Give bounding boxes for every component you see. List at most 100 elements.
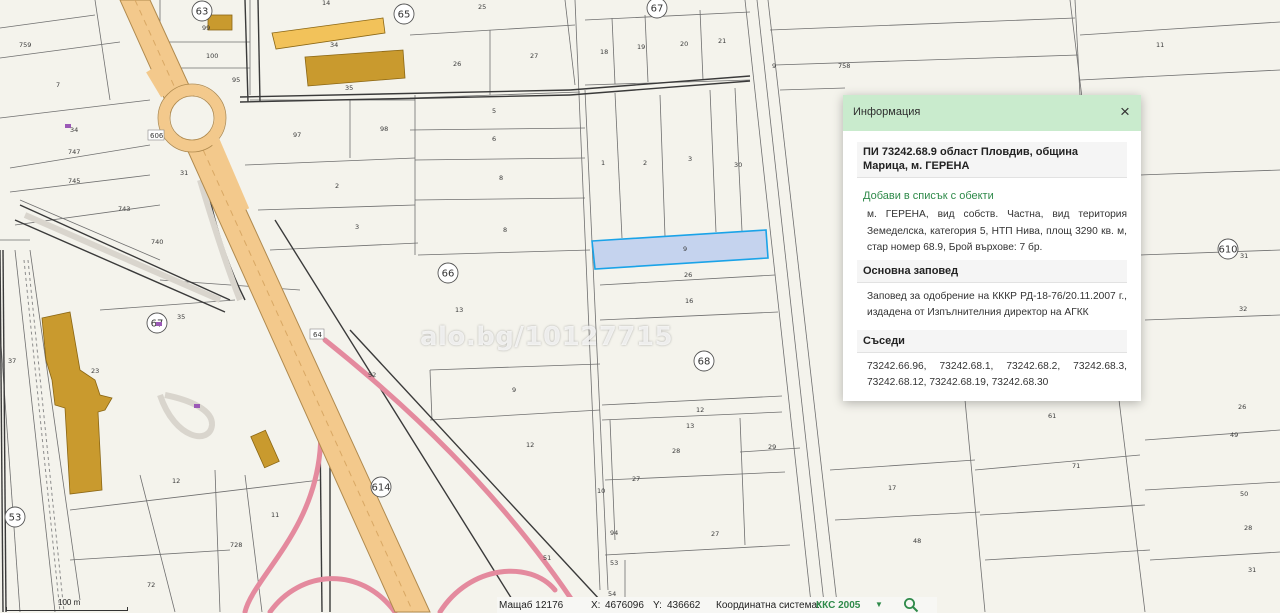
plot-number: 16	[685, 297, 693, 305]
plot-number: 34	[70, 126, 78, 134]
scale-value: 2176	[541, 600, 564, 611]
plot-number: 99	[202, 24, 210, 32]
plot-number: 5	[492, 107, 496, 115]
order-heading: Основна заповед	[857, 259, 1127, 283]
plot-number: 71	[1072, 462, 1080, 470]
section-circle-label: 68	[698, 357, 711, 368]
x-label: X:	[591, 600, 601, 611]
y-label: Y:	[653, 600, 662, 611]
plot-number: 31	[1248, 566, 1256, 574]
plot-number: 49	[1230, 431, 1238, 439]
plot-number: 8	[503, 226, 507, 234]
close-icon[interactable]: ×	[1115, 101, 1135, 123]
plot-number: 26	[1238, 403, 1246, 411]
plot-number: 50	[1240, 490, 1248, 498]
plot-number: 31	[180, 169, 188, 177]
plot-number: 34	[330, 41, 338, 49]
plot-number: 12	[526, 441, 534, 449]
neighbors-text: 73242.66.96, 73242.68.1, 73242.68.2, 732…	[867, 360, 1127, 389]
chevron-down-icon[interactable]: ▼	[875, 600, 883, 609]
plot-number: 97	[293, 131, 301, 139]
plot-number: 12	[172, 477, 180, 485]
plot-number: 98	[380, 125, 388, 133]
plot-number: 23	[91, 367, 99, 375]
search-icon[interactable]	[903, 597, 919, 613]
plot-number: 8	[499, 174, 503, 182]
plot-number: 61	[1048, 412, 1056, 420]
info-panel: Информация × ПИ 73242.68.9 област Пловди…	[843, 95, 1141, 401]
y-value: 436662	[667, 600, 701, 611]
selected-plot-label: 9	[683, 245, 687, 253]
info-title: Информация	[853, 106, 921, 118]
plot-number: 31	[1240, 252, 1248, 260]
section-circle-label: 610	[1218, 245, 1237, 256]
plot-title: ПИ 73242.68.9 област Пловдив, община Мар…	[857, 142, 1127, 178]
section-circle-label: 614	[371, 483, 390, 494]
plot-number: 759	[19, 41, 31, 49]
plot-number: 9	[512, 386, 516, 394]
plot-number: 29	[768, 443, 776, 451]
plot-number: 11	[1156, 41, 1164, 49]
plot-number: 51	[543, 554, 551, 562]
plot-number: 30	[734, 161, 742, 169]
plot-number: 3	[688, 155, 692, 163]
plot-number: 10	[597, 487, 605, 495]
plot-number: 95	[232, 76, 240, 84]
plot-number: 6	[492, 135, 496, 143]
plot-number: 32	[1239, 305, 1247, 313]
crs-select[interactable]: ККС 2005	[816, 600, 860, 611]
road-label-64: 64	[313, 331, 322, 339]
plot-number: 17	[888, 484, 896, 492]
scale-bar-line	[6, 607, 128, 611]
status-bar: Мащаб 1: 2176 X: 4676096 Y: 436662 Коорд…	[497, 597, 937, 613]
section-circle-label: 53	[9, 513, 22, 524]
plot-number: 48	[913, 537, 921, 545]
plot-number: 13	[455, 306, 463, 314]
plot-number: 3	[355, 223, 359, 231]
plot-number: 13	[686, 422, 694, 430]
plot-number: 758	[838, 62, 850, 70]
plot-number: 27	[632, 475, 640, 483]
plot-number: 35	[345, 84, 353, 92]
crs-label: Координатна система:	[716, 600, 820, 611]
plot-description: м. ГЕРЕНА, вид собств. Частна, вид терит…	[867, 209, 1127, 253]
plot-number: 728	[230, 541, 242, 549]
section-circle-label: 63	[196, 7, 209, 18]
plot-number: 19	[637, 43, 645, 51]
info-header: Информация ×	[843, 95, 1141, 131]
plot-number: 1	[601, 159, 605, 167]
order-text: Заповед за одобрение на КККР РД-18-76/20…	[867, 290, 1127, 319]
plot-number: 100	[206, 52, 218, 60]
plot-number: 745	[68, 177, 80, 185]
plot-number: 52	[368, 371, 376, 379]
section-circle-label: 66	[442, 269, 455, 280]
plot-number: 740	[151, 238, 163, 246]
plot-number: 7	[56, 81, 60, 89]
plot-number: 11	[271, 511, 279, 519]
scale-bar-label: 100 m	[58, 598, 81, 607]
road-label-606: 606	[150, 132, 164, 140]
scale-bar: 100 m	[0, 597, 130, 613]
plot-number: 743	[118, 205, 130, 213]
plot-number: 20	[680, 40, 688, 48]
plot-number: 14	[322, 0, 330, 7]
plot-number: 2	[643, 159, 647, 167]
scale-label: Мащаб 1:	[499, 600, 544, 611]
plot-number: 747	[68, 148, 80, 156]
plot-number: 25	[478, 3, 486, 11]
add-to-list-link[interactable]: Добави в списък с обекти	[863, 190, 1127, 202]
plot-number: 28	[672, 447, 680, 455]
plot-number: 9	[772, 62, 776, 70]
plot-number: 2	[335, 182, 339, 190]
neighbors-heading: Съседи	[857, 329, 1127, 353]
plot-number: 53	[610, 559, 618, 567]
plot-number: 94	[610, 529, 618, 537]
section-circle-label: 67	[651, 4, 664, 15]
plot-number: 12	[696, 406, 704, 414]
plot-number: 18	[600, 48, 608, 56]
plot-number: 26	[453, 60, 461, 68]
plot-number: 26	[684, 271, 692, 279]
plot-number: 27	[530, 52, 538, 60]
info-body: ПИ 73242.68.9 област Пловдив, община Мар…	[843, 131, 1141, 392]
plot-number: 35	[177, 313, 185, 321]
